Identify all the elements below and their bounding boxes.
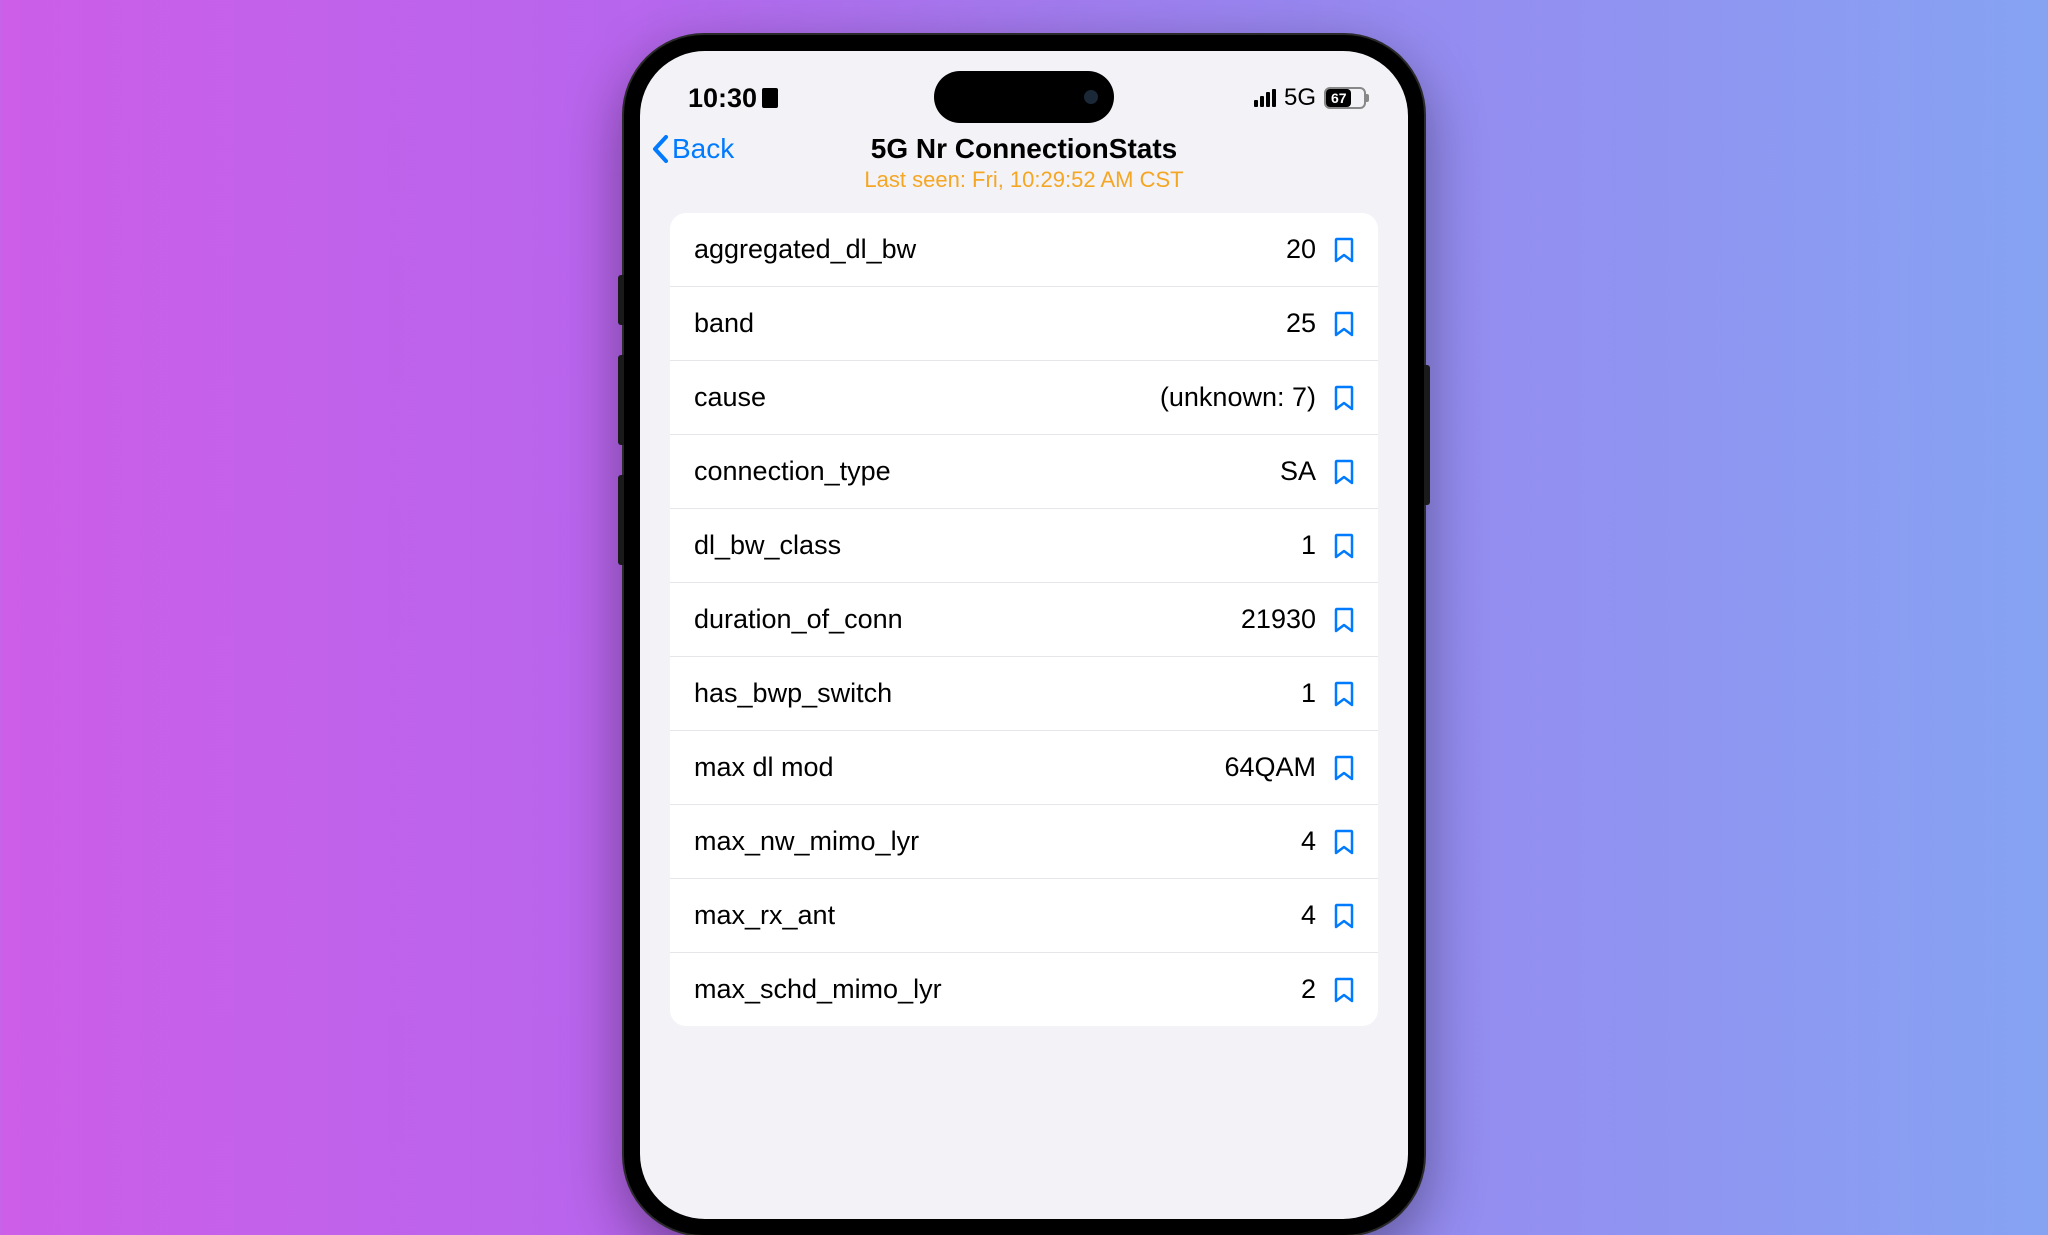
stat-right: 1: [1301, 678, 1354, 709]
phone-side-buttons-left: [618, 275, 624, 595]
time-text: 10:30: [688, 83, 757, 114]
stat-value: 1: [1301, 530, 1316, 561]
mute-switch: [618, 275, 624, 325]
dynamic-island: [934, 71, 1114, 123]
stat-right: (unknown: 7): [1160, 382, 1354, 413]
stat-right: 25: [1286, 308, 1354, 339]
chevron-left-icon: [652, 135, 670, 163]
bookmark-icon[interactable]: [1334, 533, 1354, 559]
phone-frame: 10:30 5G 67 B: [624, 35, 1424, 1235]
stat-label: aggregated_dl_bw: [694, 234, 916, 265]
bookmark-icon[interactable]: [1334, 459, 1354, 485]
stat-value: 64QAM: [1224, 752, 1316, 783]
sim-icon: [762, 88, 778, 108]
stat-right: 4: [1301, 900, 1354, 931]
stat-value: 2: [1301, 974, 1316, 1005]
stat-row[interactable]: cause (unknown: 7): [670, 361, 1378, 435]
content-area: aggregated_dl_bw 20 band 25 cause (unkno…: [640, 213, 1408, 1026]
status-time: 10:30: [688, 83, 778, 114]
bookmark-icon[interactable]: [1334, 903, 1354, 929]
stat-row[interactable]: max dl mod 64QAM: [670, 731, 1378, 805]
signal-icon: [1254, 89, 1276, 107]
volume-up-button: [618, 355, 624, 445]
stat-value: 4: [1301, 900, 1316, 931]
stat-label: duration_of_conn: [694, 604, 903, 635]
stat-label: max dl mod: [694, 752, 834, 783]
power-button: [1424, 365, 1430, 505]
stat-label: dl_bw_class: [694, 530, 841, 561]
stat-value: 1: [1301, 678, 1316, 709]
bookmark-icon[interactable]: [1334, 681, 1354, 707]
page-subtitle: Last seen: Fri, 10:29:52 AM CST: [660, 167, 1388, 193]
stat-right: 4: [1301, 826, 1354, 857]
stat-row[interactable]: duration_of_conn 21930: [670, 583, 1378, 657]
phone-screen: 10:30 5G 67 B: [640, 51, 1408, 1219]
stat-value: 4: [1301, 826, 1316, 857]
stat-label: max_schd_mimo_lyr: [694, 974, 942, 1005]
stat-right: SA: [1280, 456, 1354, 487]
bookmark-icon[interactable]: [1334, 385, 1354, 411]
stat-right: 20: [1286, 234, 1354, 265]
page-title: 5G Nr ConnectionStats: [660, 133, 1388, 165]
stat-row[interactable]: max_schd_mimo_lyr 2: [670, 953, 1378, 1026]
stat-value: 21930: [1241, 604, 1316, 635]
front-camera: [1084, 90, 1098, 104]
network-label: 5G: [1284, 84, 1316, 112]
stat-row[interactable]: connection_type SA: [670, 435, 1378, 509]
nav-header: Back 5G Nr ConnectionStats Last seen: Fr…: [640, 121, 1408, 213]
stat-value: (unknown: 7): [1160, 382, 1316, 413]
stat-label: has_bwp_switch: [694, 678, 892, 709]
bookmark-icon[interactable]: [1334, 829, 1354, 855]
bookmark-icon[interactable]: [1334, 755, 1354, 781]
volume-down-button: [618, 475, 624, 565]
back-label: Back: [672, 133, 734, 165]
stat-right: 2: [1301, 974, 1354, 1005]
stat-value: SA: [1280, 456, 1316, 487]
stat-label: max_rx_ant: [694, 900, 835, 931]
stat-label: connection_type: [694, 456, 891, 487]
stat-row[interactable]: max_nw_mimo_lyr 4: [670, 805, 1378, 879]
stat-label: max_nw_mimo_lyr: [694, 826, 919, 857]
stat-row[interactable]: band 25: [670, 287, 1378, 361]
stat-value: 25: [1286, 308, 1316, 339]
stats-list[interactable]: aggregated_dl_bw 20 band 25 cause (unkno…: [670, 213, 1378, 1026]
battery-icon: 67: [1324, 87, 1366, 109]
stat-value: 20: [1286, 234, 1316, 265]
back-button[interactable]: Back: [652, 133, 734, 165]
stat-right: 21930: [1241, 604, 1354, 635]
stat-row[interactable]: has_bwp_switch 1: [670, 657, 1378, 731]
bookmark-icon[interactable]: [1334, 237, 1354, 263]
stat-right: 64QAM: [1224, 752, 1354, 783]
stat-label: cause: [694, 382, 766, 413]
stat-label: band: [694, 308, 754, 339]
bookmark-icon[interactable]: [1334, 977, 1354, 1003]
stat-right: 1: [1301, 530, 1354, 561]
stat-row[interactable]: dl_bw_class 1: [670, 509, 1378, 583]
bookmark-icon[interactable]: [1334, 311, 1354, 337]
battery-level: 67: [1326, 89, 1351, 107]
status-right: 5G 67: [1254, 84, 1366, 112]
bookmark-icon[interactable]: [1334, 607, 1354, 633]
stat-row[interactable]: max_rx_ant 4: [670, 879, 1378, 953]
stat-row[interactable]: aggregated_dl_bw 20: [670, 213, 1378, 287]
